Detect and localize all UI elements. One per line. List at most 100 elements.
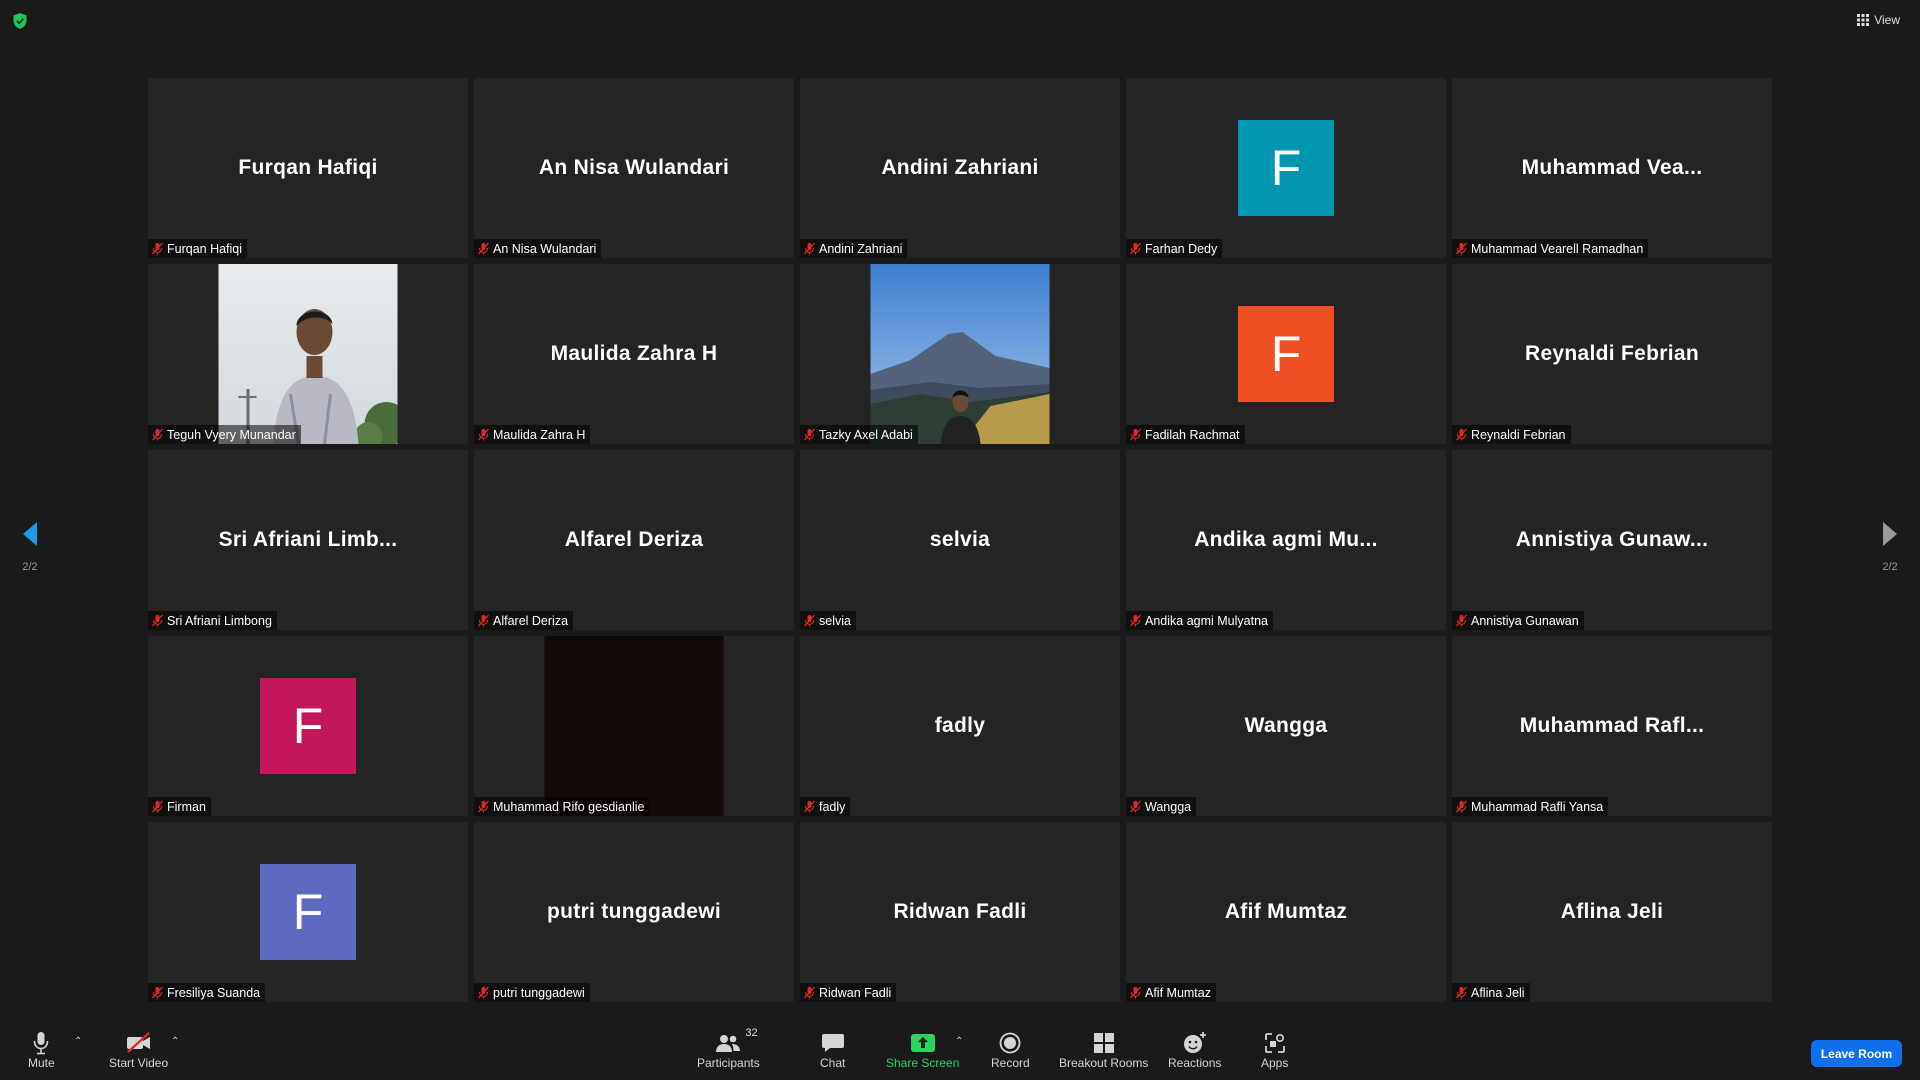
security-shield-icon[interactable] [12,12,28,30]
apps-icon [1264,1033,1285,1053]
mic-muted-icon [1456,800,1467,813]
participant-tile[interactable]: fadly fadly [800,636,1120,816]
breakout-rooms-label: Breakout Rooms [1059,1056,1149,1070]
reactions-button[interactable]: Reactions [1168,1030,1221,1070]
participant-display-name: Annistiya Gunaw... [1515,528,1709,551]
meeting-toolbar: Mute ⌃ Start Video ⌃ 32 Participants Cha… [0,1024,1920,1080]
breakout-rooms-icon [1093,1033,1114,1053]
mic-muted-icon [1130,428,1141,441]
participant-display-name: putri tunggadewi [547,900,721,923]
participant-tile[interactable]: Tazky Axel Adabi [800,264,1120,444]
participant-name-label: Farhan Dedy [1126,239,1223,258]
participant-display-name: Reynaldi Febrian [1524,342,1699,365]
record-button[interactable]: Record [991,1030,1030,1070]
participant-name-label: Reynaldi Febrian [1452,425,1571,444]
previous-page-button[interactable]: 2/2 [0,520,60,573]
participant-tile[interactable]: F Farhan Dedy [1126,78,1446,258]
participant-tile[interactable]: F Fresiliya Suanda [148,822,468,1002]
participants-icon [716,1035,741,1052]
mic-muted-icon [804,614,815,627]
participant-tile[interactable]: An Nisa Wulandari An Nisa Wulandari [474,78,794,258]
page-indicator-left: 2/2 [22,561,38,573]
participant-video [218,264,398,444]
mic-muted-icon [804,428,815,441]
participant-tile[interactable]: F Fadilah Rachmat [1126,264,1446,444]
participant-name: Aflina Jeli [1471,985,1525,1000]
view-button[interactable]: View [1857,10,1900,30]
participant-name-label: Maulida Zahra H [474,425,591,444]
participant-tile[interactable]: Reynaldi Febrian Reynaldi Febrian [1452,264,1772,444]
participant-name: Sri Afriani Limbong [167,613,272,628]
participant-name-label: Ridwan Fadli [800,983,897,1002]
participant-tile[interactable]: Muhammad Vea... Muhammad Vearell Ramadhan [1452,78,1772,258]
participant-name: Tazky Axel Adabi [819,427,913,442]
chat-icon [821,1034,844,1052]
mute-button[interactable]: Mute [28,1030,55,1070]
video-options-caret[interactable]: ⌃ [171,1036,179,1047]
avatar: F [260,678,356,774]
participant-tile[interactable]: Wangga Wangga [1126,636,1446,816]
participant-name-label: Fadilah Rachmat [1126,425,1245,444]
participant-name: putri tunggadewi [493,985,585,1000]
avatar: F [1238,120,1334,216]
participant-display-name: Muhammad Rafl... [1519,714,1705,737]
participant-display-name: Muhammad Vea... [1521,156,1703,179]
mic-muted-icon [804,986,815,999]
participant-tile[interactable]: Muhammad Rifo gesdianlie [474,636,794,816]
mic-muted-icon [152,242,163,255]
share-options-caret[interactable]: ⌃ [955,1036,963,1047]
apps-button[interactable]: Apps [1261,1030,1288,1070]
participant-name-label: fadly [800,797,851,816]
share-screen-button[interactable]: Share Screen [886,1030,959,1070]
participant-tile[interactable]: Teguh Vyery Munandar [148,264,468,444]
participant-tile[interactable]: Aflina Jeli Aflina Jeli [1452,822,1772,1002]
participant-display-name: Aflina Jeli [1560,900,1664,923]
participant-name-label: Muhammad Rafli Yansa [1452,797,1609,816]
participant-tile[interactable]: Ridwan Fadli Ridwan Fadli [800,822,1120,1002]
participant-tile[interactable]: selvia selvia [800,450,1120,630]
participant-name: Furqan Hafiqi [167,241,243,256]
participant-tile[interactable]: Maulida Zahra H Maulida Zahra H [474,264,794,444]
mic-muted-icon [1130,986,1141,999]
audio-options-caret[interactable]: ⌃ [74,1036,82,1047]
participant-name: Teguh Vyery Munandar [167,427,296,442]
participants-label: Participants [697,1056,760,1070]
avatar: F [1238,306,1334,402]
mic-muted-icon [152,800,163,813]
participant-tile[interactable]: Andini Zahriani Andini Zahriani [800,78,1120,258]
participants-count: 32 [745,1027,758,1039]
participant-name-label: Sri Afriani Limbong [148,611,277,630]
participant-tile[interactable]: Furqan Hafiqi Furqan Hafiqi [148,78,468,258]
participant-tile[interactable]: putri tunggadewi putri tunggadewi [474,822,794,1002]
participant-tile[interactable]: Muhammad Rafl... Muhammad Rafli Yansa [1452,636,1772,816]
participant-tile[interactable]: Annistiya Gunaw... Annistiya Gunawan [1452,450,1772,630]
mic-muted-icon [478,428,489,441]
participant-name: Annistiya Gunawan [1471,613,1579,628]
participant-name: selvia [819,613,851,628]
participant-tile[interactable]: Andika agmi Mu... Andika agmi Mulyatna [1126,450,1446,630]
participant-name-label: Muhammad Rifo gesdianlie [474,797,650,816]
participant-name: Reynaldi Febrian [1471,427,1566,442]
start-video-label: Start Video [109,1056,169,1070]
participants-button[interactable]: 32 Participants [697,1027,760,1070]
mic-muted-icon [804,800,815,813]
participant-name: Firman [167,799,206,814]
participant-tile[interactable]: Alfarel Deriza Alfarel Deriza [474,450,794,630]
participant-tile[interactable]: Afif Mumtaz Afif Mumtaz [1126,822,1446,1002]
mute-label: Mute [28,1056,55,1070]
breakout-rooms-button[interactable]: Breakout Rooms [1059,1030,1148,1070]
next-page-button[interactable]: 2/2 [1860,520,1920,573]
mic-muted-icon [478,800,489,813]
mic-muted-icon [478,986,489,999]
chat-button[interactable]: Chat [820,1030,845,1070]
leave-room-button[interactable]: Leave Room [1811,1040,1902,1067]
start-video-button[interactable]: Start Video [109,1030,168,1070]
participant-tile[interactable]: F Firman [148,636,468,816]
participant-name-label: Tazky Axel Adabi [800,425,918,444]
arrow-right-icon [1883,522,1897,546]
participant-display-name: Maulida Zahra H [550,342,718,365]
participant-name-label: Andini Zahriani [800,239,908,258]
participant-tile[interactable]: Sri Afriani Limb... Sri Afriani Limbong [148,450,468,630]
mic-muted-icon [1456,986,1467,999]
participant-name-label: Alfarel Deriza [474,611,574,630]
